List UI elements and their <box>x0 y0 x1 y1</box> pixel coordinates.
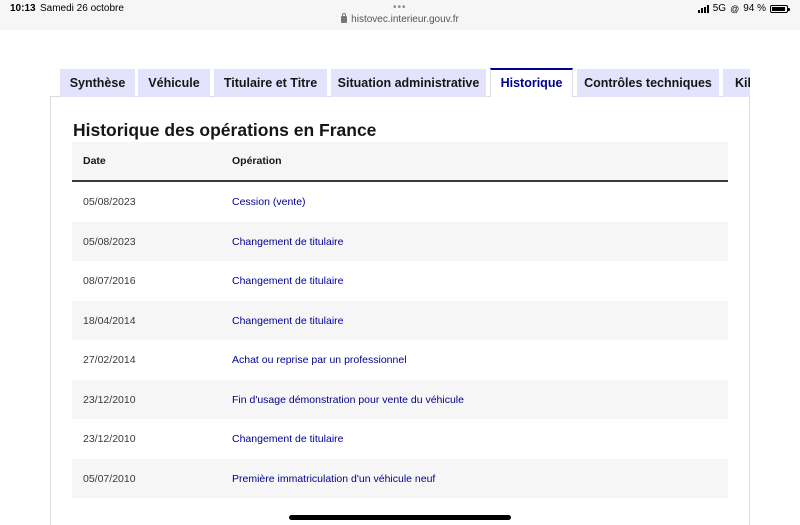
row-operation: Cession (vente) <box>232 196 306 208</box>
row-operation: Première immatriculation d'un véhicule n… <box>232 472 436 485</box>
tab-titulaire-et-titre[interactable]: Titulaire et Titre <box>214 69 327 97</box>
operations-table: Date Opération 05/08/2023 Cession (vente… <box>72 142 728 498</box>
row-date: 23/12/2010 <box>83 393 136 406</box>
row-operation: Changement de titulaire <box>232 235 344 248</box>
table-row: 18/04/2014 Changement de titulaire <box>72 300 728 340</box>
table-header: Date Opération <box>72 142 728 182</box>
table-row: 05/07/2010 Première immatriculation d'un… <box>72 458 728 498</box>
battery-percent: 94 % <box>743 3 766 14</box>
row-date: 05/07/2010 <box>83 472 136 485</box>
row-date: 05/08/2023 <box>83 196 136 208</box>
status-date: Samedi 26 octobre <box>40 3 124 14</box>
battery-icon <box>770 4 790 13</box>
address-bar-url: histovec.interieur.gouv.fr <box>351 14 459 25</box>
row-operation: Fin d'usage démonstration pour vente du … <box>232 393 464 406</box>
table-row: 05/08/2023 Cession (vente) <box>72 182 728 222</box>
battery-fill <box>772 6 786 11</box>
row-operation: Changement de titulaire <box>232 275 344 287</box>
row-date: 18/04/2014 <box>83 314 136 327</box>
row-date: 27/02/2014 <box>83 354 136 366</box>
table-row: 27/02/2014 Achat ou reprise par un profe… <box>72 340 728 380</box>
tab-vehicule[interactable]: Véhicule <box>138 69 210 97</box>
row-operation: Changement de titulaire <box>232 314 344 327</box>
row-date: 23/12/2010 <box>83 433 136 445</box>
status-indicators: 5G @ 94 % <box>697 3 790 14</box>
tab-kilometrage[interactable]: Kilométrage <box>723 69 750 97</box>
table-row: 23/12/2010 Changement de titulaire <box>72 419 728 459</box>
page-title: Historique des opérations en France <box>73 120 377 140</box>
tab-historique[interactable]: Historique <box>490 68 573 97</box>
row-operation: Achat ou reprise par un professionnel <box>232 354 407 366</box>
tab-controles-techniques[interactable]: Contrôles techniques <box>577 69 719 97</box>
screen: 10:13 Samedi 26 octobre ••• histovec.int… <box>0 0 800 525</box>
address-bar[interactable]: histovec.interieur.gouv.fr <box>0 13 800 25</box>
status-time: 10:13 <box>10 3 36 14</box>
table-row: 23/12/2010 Fin d'usage démonstration pou… <box>72 379 728 419</box>
table-row: 08/07/2016 Changement de titulaire <box>72 261 728 301</box>
lock-icon <box>341 13 348 23</box>
home-indicator[interactable] <box>289 515 511 520</box>
row-operation: Changement de titulaire <box>232 433 344 445</box>
network-type: 5G <box>712 3 727 14</box>
row-date: 08/07/2016 <box>83 275 136 287</box>
tab-synthese[interactable]: Synthèse <box>60 69 135 97</box>
tab-situation-administrative[interactable]: Situation administrative <box>331 69 486 97</box>
cellular-signal-icon <box>697 4 709 13</box>
status-bar: 10:13 Samedi 26 octobre ••• histovec.int… <box>0 0 800 30</box>
row-date: 05/08/2023 <box>83 235 136 248</box>
tab-bar: Synthèse Véhicule Titulaire et Titre Sit… <box>60 68 750 97</box>
column-header-date: Date <box>83 155 106 167</box>
multitask-dots-icon[interactable]: ••• <box>393 2 407 13</box>
location-icon: @ <box>730 3 740 14</box>
column-header-operation: Opération <box>232 155 282 167</box>
table-row: 05/08/2023 Changement de titulaire <box>72 221 728 261</box>
